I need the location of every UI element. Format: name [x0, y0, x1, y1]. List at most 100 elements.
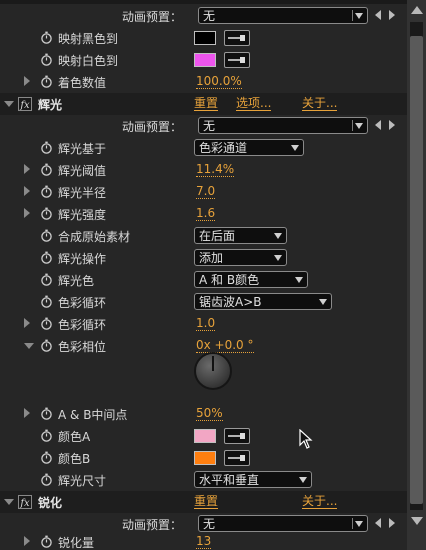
- dropdown-value: A 和 B颜色: [199, 273, 260, 287]
- animation-preset-dropdown[interactable]: 无: [198, 117, 368, 134]
- about-link[interactable]: 关于...: [302, 494, 338, 509]
- stopwatch-icon[interactable]: [40, 31, 53, 44]
- effect-row-prop: 颜色A: [0, 425, 407, 447]
- dropdown-value: 在后面: [199, 229, 236, 243]
- stopwatch-icon[interactable]: [40, 163, 53, 176]
- effect-name: 锐化: [38, 496, 63, 510]
- color-swatch[interactable]: [194, 31, 216, 45]
- next-preset-icon[interactable]: [389, 10, 395, 20]
- expand-toggle-icon[interactable]: [24, 408, 30, 418]
- collapse-toggle-icon[interactable]: [4, 101, 14, 107]
- animation-preset-dropdown[interactable]: 无: [198, 515, 368, 532]
- chevron-down-icon: [295, 277, 303, 283]
- stopwatch-icon[interactable]: [40, 407, 53, 420]
- effect-row-dropdown: 辉光基于 色彩通道: [0, 137, 407, 159]
- effect-row-value: 色彩循环 1.0: [0, 313, 407, 335]
- stopwatch-icon[interactable]: [40, 185, 53, 198]
- color-swatch[interactable]: [194, 429, 216, 443]
- property-dropdown[interactable]: 锯齿波A>B: [194, 293, 332, 310]
- eyedropper-button[interactable]: [224, 52, 250, 68]
- property-dropdown[interactable]: 色彩通道: [194, 139, 304, 156]
- stopwatch-icon[interactable]: [40, 75, 53, 88]
- color-swatch[interactable]: [194, 451, 216, 465]
- effect-row-fx: fx 锐化 重置 关于...: [0, 491, 407, 513]
- eyedropper-icon: [228, 35, 245, 41]
- eyedropper-button[interactable]: [224, 428, 250, 444]
- effect-name: 辉光: [38, 98, 63, 112]
- eyedropper-button[interactable]: [224, 30, 250, 46]
- animation-preset-label: 动画预置：: [122, 120, 183, 134]
- property-label: 色彩循环: [58, 296, 107, 310]
- previous-preset-icon[interactable]: [375, 10, 381, 20]
- stopwatch-icon[interactable]: [40, 295, 53, 308]
- stopwatch-icon[interactable]: [40, 53, 53, 66]
- stopwatch-icon[interactable]: [40, 339, 53, 352]
- property-label: 辉光尺寸: [58, 474, 107, 488]
- effect-row-preset: 动画预置： 无: [0, 5, 407, 27]
- stopwatch-icon[interactable]: [40, 141, 53, 154]
- stopwatch-icon[interactable]: [40, 273, 53, 286]
- previous-preset-icon[interactable]: [375, 120, 381, 130]
- chevron-down-icon: [299, 477, 307, 483]
- fx-badge-icon[interactable]: fx: [18, 97, 32, 111]
- scroll-thumb[interactable]: [410, 36, 423, 504]
- dropdown-value: 锯齿波A>B: [199, 295, 262, 309]
- expand-toggle-icon[interactable]: [24, 186, 30, 196]
- reset-link[interactable]: 重置: [194, 96, 219, 111]
- animation-preset-value: 无: [203, 9, 216, 23]
- fx-badge-icon[interactable]: fx: [18, 495, 32, 509]
- effect-row-value: 着色数值 100.0%: [0, 71, 407, 93]
- expand-toggle-icon[interactable]: [24, 164, 30, 174]
- effect-row-value: 锐化量 13: [0, 531, 407, 550]
- chevron-down-icon: [355, 521, 363, 527]
- chevron-down-icon: [274, 255, 282, 261]
- property-dropdown[interactable]: 水平和垂直: [194, 471, 312, 488]
- color-swatch[interactable]: [194, 53, 216, 67]
- effect-row-prop: 映射黑色到: [0, 27, 407, 49]
- eyedropper-button[interactable]: [224, 450, 250, 466]
- property-value[interactable]: 7.0: [196, 184, 216, 199]
- property-dropdown[interactable]: 在后面: [194, 227, 287, 244]
- collapse-toggle-icon[interactable]: [4, 499, 14, 505]
- about-link[interactable]: 关于...: [302, 96, 338, 111]
- effect-row-value: 辉光强度 1.6: [0, 203, 407, 225]
- dropdown-value: 添加: [199, 251, 224, 265]
- stopwatch-icon[interactable]: [40, 207, 53, 220]
- property-dropdown[interactable]: 添加: [194, 249, 287, 266]
- stopwatch-icon[interactable]: [40, 429, 53, 442]
- expand-toggle-icon[interactable]: [24, 318, 30, 328]
- expand-toggle-icon[interactable]: [24, 208, 30, 218]
- stopwatch-icon[interactable]: [40, 317, 53, 330]
- vertical-scrollbar[interactable]: [407, 0, 426, 550]
- stopwatch-icon[interactable]: [40, 473, 53, 486]
- effect-row-prop: 映射白色到: [0, 49, 407, 71]
- expanded-toggle-icon[interactable]: [24, 343, 34, 349]
- phase-angle-dial[interactable]: [193, 351, 233, 391]
- stopwatch-icon[interactable]: [40, 229, 53, 242]
- expand-toggle-icon[interactable]: [24, 76, 30, 86]
- stopwatch-icon[interactable]: [40, 535, 53, 548]
- reset-link[interactable]: 重置: [194, 494, 219, 509]
- scroll-down-arrow-icon[interactable]: [411, 517, 423, 525]
- chevron-down-icon: [319, 299, 327, 305]
- animation-preset-dropdown[interactable]: 无: [198, 7, 368, 24]
- next-preset-icon[interactable]: [389, 518, 395, 528]
- property-label: A & B中间点: [58, 408, 128, 422]
- options-link[interactable]: 选项...: [236, 96, 272, 111]
- effect-row-dropdown: 辉光色 A 和 B颜色: [0, 269, 407, 291]
- stopwatch-icon[interactable]: [40, 251, 53, 264]
- scroll-up-arrow-icon[interactable]: [411, 6, 423, 14]
- next-preset-icon[interactable]: [389, 120, 395, 130]
- previous-preset-icon[interactable]: [375, 518, 381, 528]
- property-value[interactable]: 1.0: [196, 316, 216, 331]
- property-dropdown[interactable]: A 和 B颜色: [194, 271, 308, 288]
- property-value[interactable]: 100.0%: [196, 74, 242, 89]
- property-value[interactable]: 11.4%: [196, 162, 235, 177]
- stopwatch-icon[interactable]: [40, 451, 53, 464]
- expand-toggle-icon[interactable]: [24, 536, 30, 546]
- dropdown-separator: [352, 10, 353, 21]
- property-value[interactable]: 1.6: [196, 206, 216, 221]
- property-value[interactable]: 13: [196, 534, 212, 549]
- property-label: 映射黑色到: [58, 32, 119, 46]
- property-value[interactable]: 50%: [196, 406, 223, 421]
